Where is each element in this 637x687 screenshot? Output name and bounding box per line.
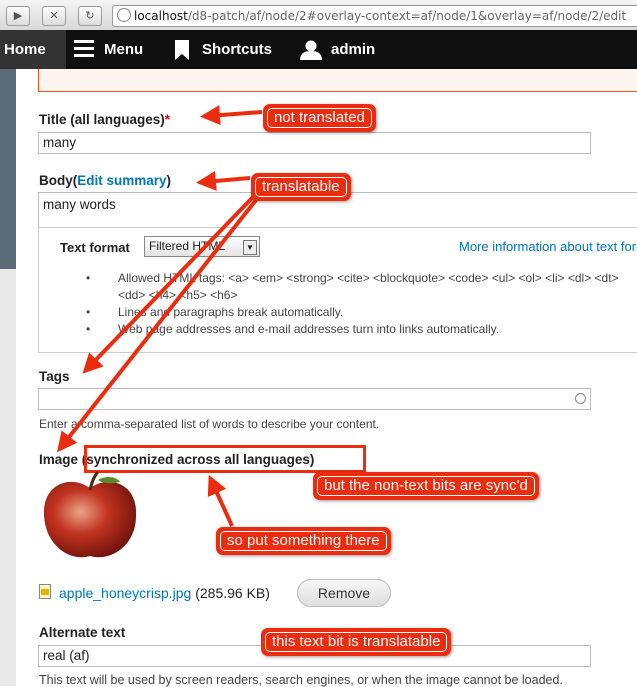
title-label: Title (all languages)* [39, 112, 171, 127]
callout-put-something: so put something there [216, 527, 391, 555]
menu-link[interactable]: Menu [104, 30, 143, 69]
tags-help: Enter a comma-separated list of words to… [39, 417, 380, 431]
stop-icon[interactable]: ✕ [42, 6, 66, 26]
home-link[interactable]: Home [0, 30, 66, 69]
tags-label: Tags [39, 369, 70, 384]
url-path: /d8-patch/af/node/2#overlay-context=af/n… [187, 9, 627, 23]
callout-translatable: translatable [251, 173, 351, 201]
alt-text-label: Alternate text [39, 625, 126, 640]
menu-icon [74, 40, 94, 61]
list-item: Lines and paragraphs break automatically… [86, 304, 637, 321]
alt-text-help: This text will be used by screen readers… [39, 673, 563, 687]
remove-button[interactable]: Remove [297, 579, 391, 607]
apple-image [43, 470, 137, 558]
shortcuts-link[interactable]: Shortcuts [202, 30, 272, 69]
url-host: localhost [134, 9, 188, 23]
format-tips-list: Allowed HTML tags: <a> <em> <strong> <ci… [86, 270, 637, 338]
image-file-icon [39, 584, 51, 599]
background-page [0, 69, 16, 686]
title-input[interactable]: many [38, 132, 591, 154]
file-size: (285.96 KB) [195, 585, 270, 601]
more-info-link[interactable]: More information about text formats [459, 239, 637, 254]
list-item: Web page addresses and e-mail addresses … [86, 321, 637, 338]
required-marker: * [164, 112, 171, 127]
text-format-select[interactable]: Filtered HTML ▼ [144, 236, 260, 257]
file-link[interactable]: apple_honeycrisp.jpg [59, 585, 191, 601]
browser-toolbar: ▶ ✕ ↻ localhost/d8-patch/af/node/2#overl… [0, 0, 637, 31]
admin-toolbar: Home Menu Shortcuts admin [0, 30, 637, 69]
tags-input[interactable] [38, 388, 591, 410]
autocomplete-icon [575, 393, 586, 404]
callout-not-translated: not translated [263, 104, 376, 132]
text-format-label: Text format [60, 240, 130, 255]
reload-icon[interactable]: ↻ [78, 6, 102, 26]
callout-sync: but the non-text bits are sync'd [313, 472, 539, 500]
user-icon [300, 40, 322, 60]
globe-icon [117, 8, 131, 22]
highlight-box [84, 445, 366, 473]
address-bar[interactable]: localhost/d8-patch/af/node/2#overlay-con… [112, 5, 637, 27]
back-icon[interactable]: ▶ [6, 6, 30, 26]
bookmark-icon [175, 40, 189, 60]
user-link[interactable]: admin [331, 30, 375, 69]
list-item: Allowed HTML tags: <a> <em> <strong> <ci… [86, 270, 637, 304]
chevron-down-icon: ▼ [243, 240, 257, 255]
edit-summary-link[interactable]: Edit summary [77, 173, 166, 188]
body-label: Body(Edit summary) [39, 173, 172, 188]
callout-alt-translatable: this text bit is translatable [261, 628, 452, 656]
message-box [38, 69, 637, 92]
